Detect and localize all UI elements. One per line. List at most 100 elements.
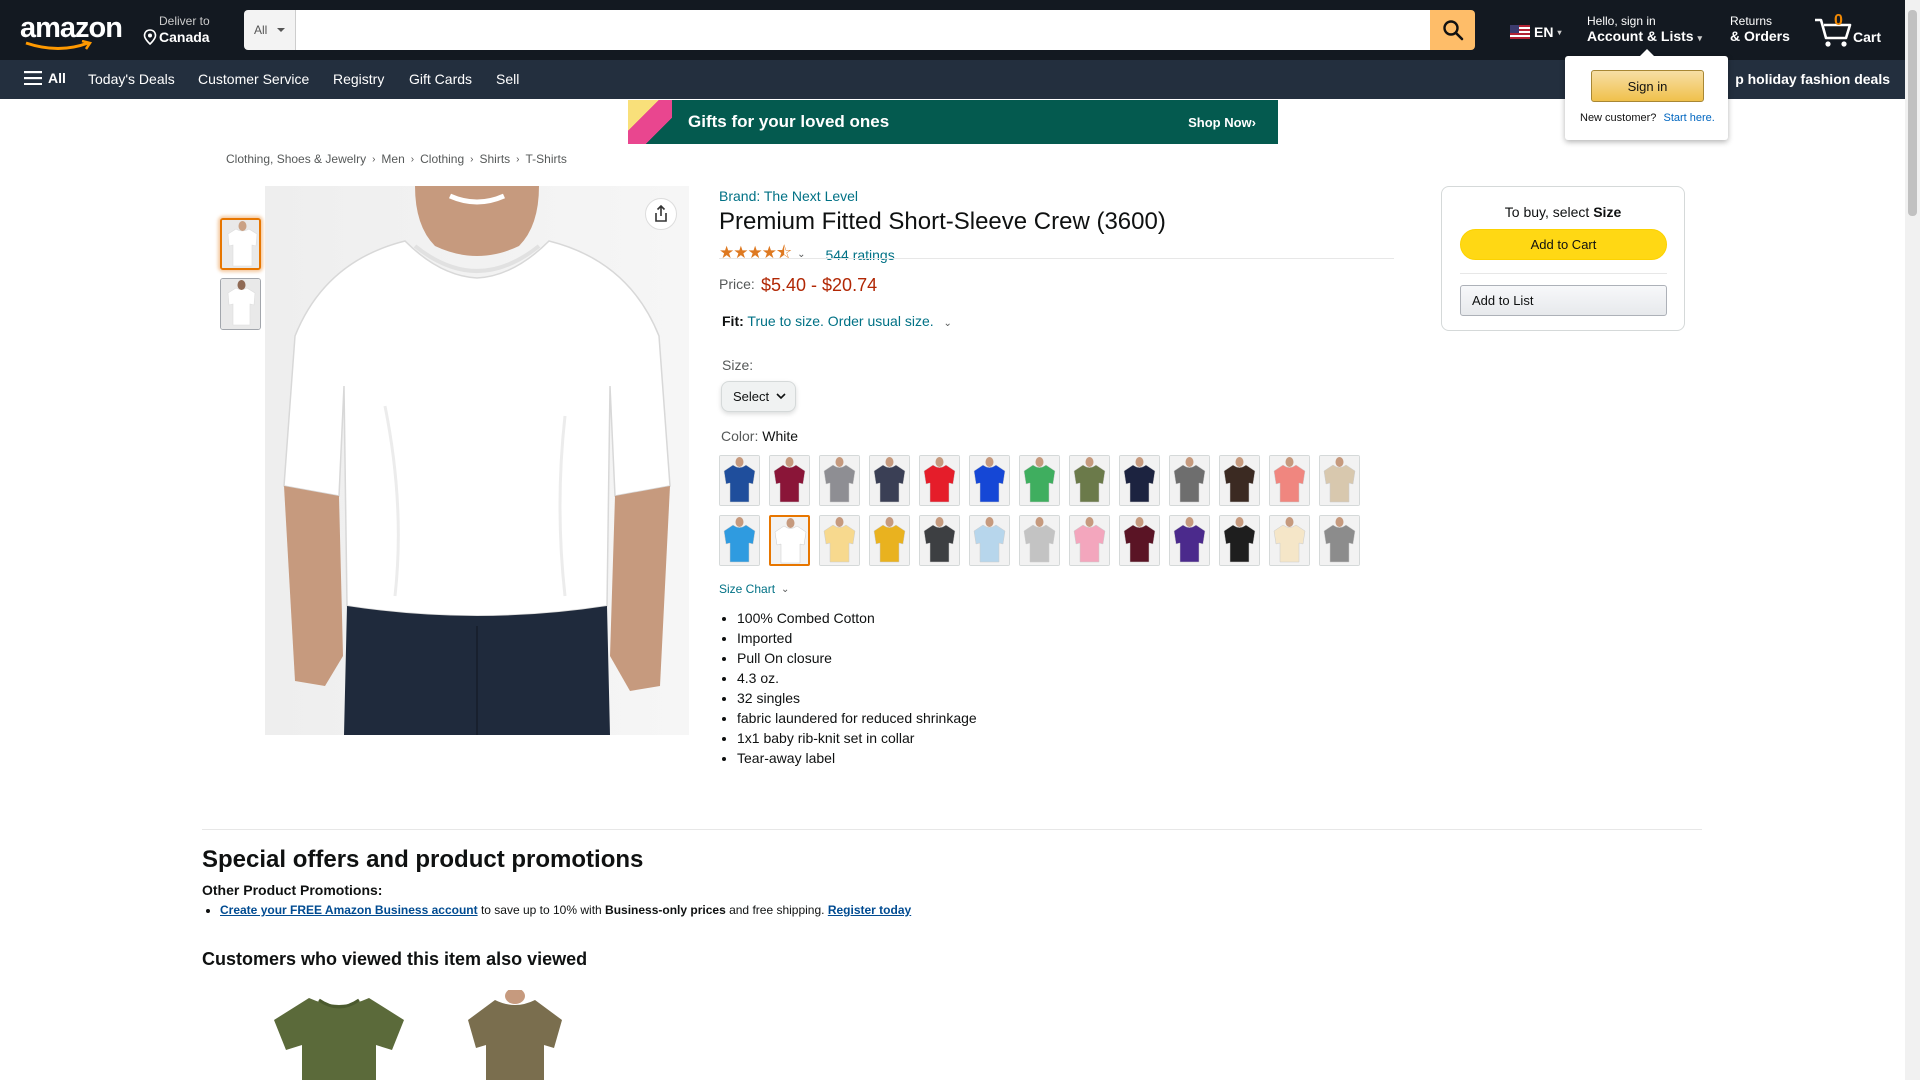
thumbnail-front[interactable] <box>220 218 261 270</box>
add-to-cart-button[interactable]: Add to Cart <box>1460 229 1667 260</box>
nav-link-registry[interactable]: Registry <box>333 71 384 87</box>
color-swatch[interactable] <box>919 455 960 506</box>
search-input[interactable] <box>296 10 1430 50</box>
tshirt-swatch-image <box>1220 456 1259 505</box>
color-swatch[interactable] <box>719 515 760 566</box>
ratings-count-link[interactable]: 544 ratings <box>825 247 894 263</box>
color-swatch[interactable] <box>919 515 960 566</box>
also-viewed-item[interactable] <box>264 990 414 1080</box>
color-swatch[interactable] <box>969 455 1010 506</box>
chevron-right-icon: › <box>372 153 376 165</box>
buy-box: To buy, select Size Add to Cart Add to L… <box>1441 186 1685 331</box>
color-swatch[interactable] <box>719 455 760 506</box>
color-swatch[interactable] <box>1019 515 1060 566</box>
search-button[interactable] <box>1430 10 1475 50</box>
tshirt-swatch-image <box>970 456 1009 505</box>
tshirt-product-image <box>468 990 562 1080</box>
banner-cta[interactable]: Shop Now› <box>1188 115 1256 130</box>
nav-link-gift-cards[interactable]: Gift Cards <box>409 71 472 87</box>
tshirt-swatch-image <box>920 516 959 565</box>
size-chart-link[interactable]: Size Chart ⌄ <box>719 582 789 596</box>
register-today-link[interactable]: Register today <box>828 903 911 917</box>
feature-bullet: Pull On closure <box>737 648 977 668</box>
promotion-text: to save up to 10% with <box>477 903 606 917</box>
color-swatch[interactable] <box>769 515 810 566</box>
color-swatch[interactable] <box>1219 515 1260 566</box>
color-swatch[interactable] <box>1119 515 1160 566</box>
start-here-link[interactable]: Start here. <box>1663 112 1714 124</box>
returns-orders[interactable]: Returns & Orders <box>1730 14 1790 44</box>
color-swatch[interactable] <box>819 455 860 506</box>
color-swatch[interactable] <box>819 515 860 566</box>
chevron-right-icon: › <box>410 153 415 165</box>
size-dropdown[interactable]: Select <box>721 381 796 412</box>
buy-instruction-size: Size <box>1593 204 1622 220</box>
share-button[interactable] <box>645 198 677 230</box>
fit-label: Fit: <box>722 313 744 329</box>
feature-bullet: 100% Combed Cotton <box>737 608 977 628</box>
language-label: EN <box>1534 24 1554 40</box>
tshirt-swatch-image <box>1170 456 1209 505</box>
tshirt-swatch-image <box>1220 516 1259 565</box>
breadcrumb-item[interactable]: Clothing, Shoes & Jewelry <box>226 152 366 166</box>
tshirt-swatch-image <box>820 516 859 565</box>
color-swatch[interactable] <box>1119 455 1160 506</box>
thumbnail-side[interactable] <box>220 278 261 330</box>
search-category-dropdown[interactable]: All <box>244 10 296 50</box>
tshirt-swatch-image <box>970 516 1009 565</box>
also-viewed-item[interactable] <box>440 990 590 1080</box>
breadcrumb-item[interactable]: Shirts <box>479 152 510 166</box>
amazon-logo[interactable]: amazon <box>20 12 123 50</box>
color-swatch[interactable] <box>969 515 1010 566</box>
signin-button[interactable]: Sign in <box>1591 70 1704 102</box>
breadcrumb-item[interactable]: Men <box>381 152 404 166</box>
nav-link-todays-deals[interactable]: Today's Deals <box>88 71 175 87</box>
color-swatch[interactable] <box>1169 515 1210 566</box>
page-scrollbar[interactable] <box>1905 0 1920 1080</box>
language-selector[interactable]: EN ▾ <box>1510 24 1561 40</box>
tshirt-swatch-image <box>1120 516 1159 565</box>
color-swatch[interactable] <box>1219 455 1260 506</box>
brand-link[interactable]: Brand: The Next Level <box>719 188 858 204</box>
color-swatch[interactable] <box>1169 455 1210 506</box>
color-swatch[interactable] <box>1069 515 1110 566</box>
promo-banner[interactable]: Gifts for your loved ones Shop Now› <box>628 100 1278 144</box>
nav-link-customer-service[interactable]: Customer Service <box>198 71 309 87</box>
nav-link-sell[interactable]: Sell <box>496 71 519 87</box>
nav-promo-link[interactable]: p holiday fashion deals <box>1735 71 1890 87</box>
deliver-to[interactable]: Deliver to Canada <box>143 14 210 45</box>
caret-down-icon <box>277 28 286 32</box>
divider <box>202 829 1702 830</box>
color-swatch[interactable] <box>1319 455 1360 506</box>
color-swatch[interactable] <box>769 455 810 506</box>
banner-text: Gifts for your loved ones <box>688 112 890 131</box>
search-bar: All <box>244 10 1475 50</box>
chevron-right-icon: › <box>470 153 474 165</box>
divider <box>1460 273 1667 274</box>
tshirt-model-image <box>265 186 689 735</box>
color-swatch[interactable] <box>869 455 910 506</box>
account-lists[interactable]: Hello, sign in Account & Lists ▾ <box>1587 14 1702 46</box>
chevron-down-icon[interactable]: ⌄ <box>944 318 952 329</box>
signin-flyout: Sign in New customer? Start here. <box>1565 49 1728 140</box>
amazon-business-link[interactable]: Create your FREE Amazon Business account <box>220 903 478 917</box>
star-rating-icon[interactable]: ★★★★⯪ <box>719 240 792 269</box>
divider <box>719 258 1394 259</box>
tshirt-swatch-image <box>770 456 809 505</box>
scrollbar-thumb[interactable] <box>1908 10 1917 216</box>
color-swatch[interactable] <box>1319 515 1360 566</box>
color-label-text: Color: <box>721 428 759 444</box>
color-swatch[interactable] <box>1019 455 1060 506</box>
color-swatch[interactable] <box>1269 455 1310 506</box>
fit-link[interactable]: True to size. Order usual size. <box>747 313 933 329</box>
feature-bullet: 1x1 baby rib-knit set in collar <box>737 728 977 748</box>
cart-button[interactable]: 0 Cart <box>1813 12 1888 50</box>
color-swatch[interactable] <box>869 515 910 566</box>
breadcrumb-item[interactable]: T-Shirts <box>526 152 567 166</box>
breadcrumb-item[interactable]: Clothing <box>420 152 464 166</box>
color-swatch[interactable] <box>1269 515 1310 566</box>
all-menu-button[interactable]: All <box>24 70 66 86</box>
main-product-image[interactable] <box>265 186 689 735</box>
add-to-list-button[interactable]: Add to List <box>1460 285 1667 316</box>
color-swatch[interactable] <box>1069 455 1110 506</box>
